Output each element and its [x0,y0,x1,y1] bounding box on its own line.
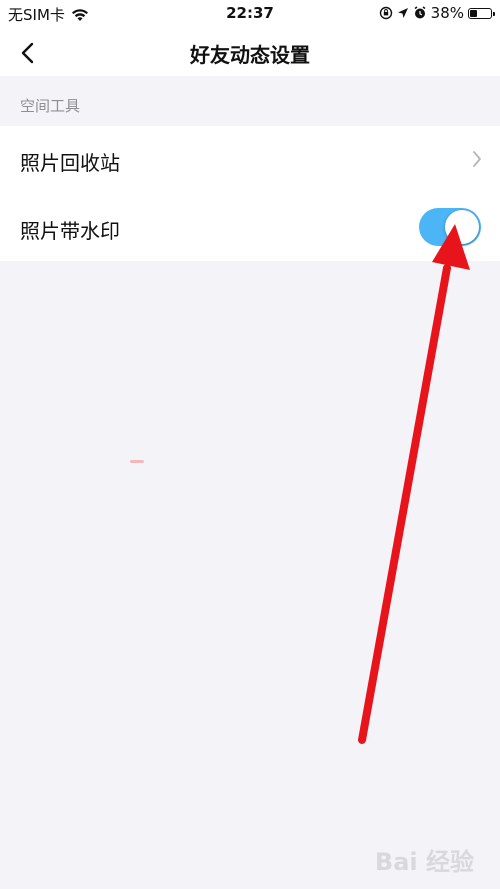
page-title: 好友动态设置 [190,43,310,67]
settings-group: 照片回收站 照片带水印 [0,126,500,261]
rotation-lock-icon [379,6,393,20]
section-header: 空间工具 [0,76,500,126]
location-icon [397,7,409,19]
toggle-knob [445,210,479,244]
baidu-watermark: Bai 经验 [375,842,474,877]
annotation-arrow-shaft [358,264,451,744]
photo-watermark-row: 照片带水印 [0,194,500,261]
stray-mark [130,460,144,463]
chevron-right-icon [473,151,481,167]
status-right: 38% [379,4,495,22]
battery-cap [493,11,495,16]
photo-recycle-bin-row[interactable]: 照片回收站 [0,126,500,193]
battery-fill [470,9,478,17]
photo-watermark-label: 照片带水印 [20,219,120,243]
baidu-watermark-text: Bai 经验 [374,848,474,876]
battery-icon [468,7,495,19]
photo-recycle-bin-label: 照片回收站 [20,151,120,175]
nav-bar: 好友动态设置 [0,28,500,76]
status-bar: 无SIM卡 22:37 38% [0,0,500,28]
section-header-label: 空间工具 [20,97,81,115]
battery-percent: 38% [430,4,464,22]
photo-watermark-toggle[interactable] [419,208,481,246]
alarm-icon [413,6,427,20]
